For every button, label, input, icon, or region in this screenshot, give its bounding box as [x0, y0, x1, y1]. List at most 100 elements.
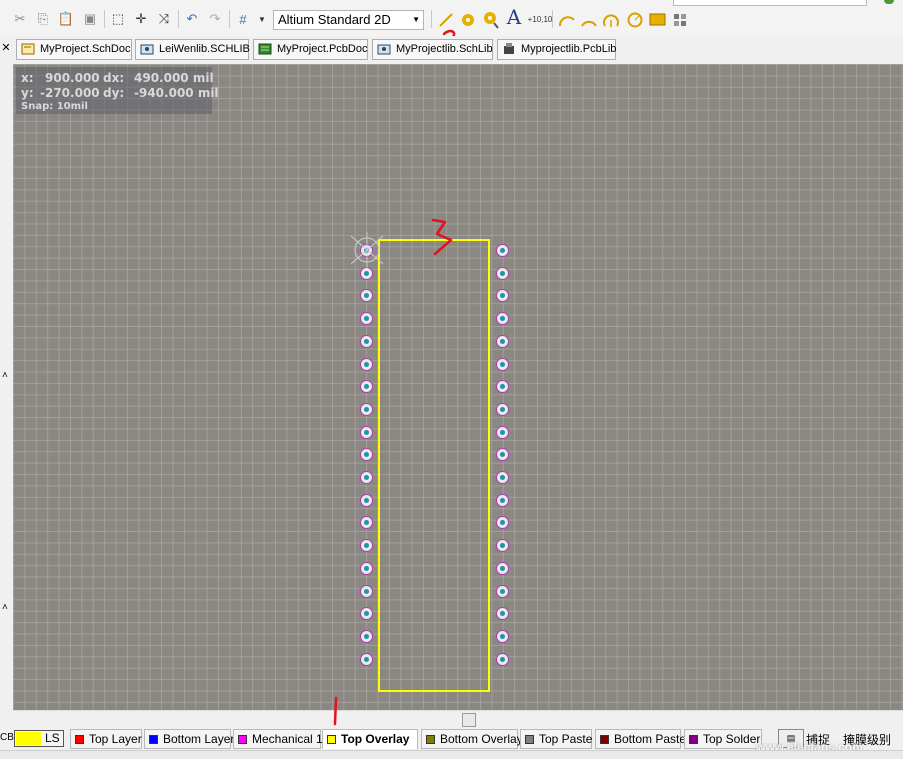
tab-bottom-overlay[interactable]: Bottom Overlay — [421, 729, 523, 749]
pad[interactable] — [360, 334, 373, 348]
y-label: y: — [21, 86, 34, 100]
pad[interactable] — [496, 244, 509, 257]
coordinate-icon[interactable]: +10,10 — [528, 8, 553, 30]
pad[interactable] — [360, 380, 373, 394]
arc-center-icon[interactable] — [558, 12, 576, 28]
pad[interactable] — [496, 516, 509, 530]
move-icon[interactable]: ✛ — [131, 8, 151, 30]
pad[interactable] — [360, 584, 373, 598]
tab-bottom-layer[interactable]: Bottom Layer — [144, 729, 234, 749]
tab-label: MyProject.SchDoc — [40, 43, 131, 55]
rubber-stamp-icon[interactable]: ▣ — [80, 8, 100, 30]
dx-label: dx: — [103, 71, 125, 85]
pcb-icon — [258, 43, 272, 55]
string-icon[interactable]: A — [504, 5, 524, 29]
pad[interactable] — [360, 289, 373, 303]
tab-bottom-paste[interactable]: Bottom Paste — [595, 729, 686, 749]
layer-color-swatch — [689, 735, 698, 744]
layer-tab-label: Top Overlay — [341, 732, 410, 746]
pad[interactable] — [360, 561, 373, 575]
pad[interactable] — [360, 607, 373, 621]
chevron-up-icon[interactable]: ˄ — [2, 602, 8, 613]
layer-tab-label: Bottom Paste — [614, 732, 687, 746]
pad[interactable] — [496, 448, 509, 462]
pad-icon[interactable] — [460, 12, 476, 28]
pad[interactable] — [360, 471, 373, 484]
coordinate-readout: x: 900.000 dx: 490.000 mil y: -270.000 d… — [16, 67, 219, 114]
pad[interactable] — [496, 471, 509, 484]
grid-icon[interactable]: # — [233, 8, 253, 30]
grid-dropdown-icon[interactable]: ▼ — [252, 8, 272, 30]
arc-any-icon[interactable] — [603, 12, 621, 28]
redo-icon[interactable]: ↷ — [205, 8, 225, 30]
cross-select-icon[interactable]: ⤨ — [154, 8, 174, 30]
tab-myprojectlib-pcblib[interactable]: Myprojectlib.PcbLib — [497, 39, 616, 60]
pad[interactable] — [496, 312, 509, 326]
pad[interactable] — [496, 539, 509, 553]
pcb-canvas[interactable]: x: 900.000 dx: 490.000 mil y: -270.000 d… — [13, 64, 903, 710]
scrollbar-thumb[interactable] — [462, 713, 476, 727]
fill-icon[interactable] — [649, 13, 667, 27]
tab-myproject-schdoc[interactable]: MyProject.SchDoc — [16, 39, 132, 60]
tab-label: LeiWenlib.SCHLIB — [159, 43, 250, 55]
cut-icon[interactable]: ✂ — [10, 8, 30, 30]
line-icon[interactable] — [438, 12, 454, 28]
layer-tab-label: Bottom Overlay — [440, 732, 523, 746]
tab-myprojectlib-schlib[interactable]: MyProjectlib.SchLib — [372, 39, 493, 60]
array-paste-icon[interactable] — [672, 12, 690, 28]
pad[interactable] — [360, 448, 373, 462]
circle-icon[interactable] — [626, 12, 644, 28]
pad[interactable] — [496, 425, 509, 439]
pcblib-icon — [504, 43, 514, 54]
annotation-1 — [333, 696, 338, 726]
pad[interactable] — [360, 425, 373, 439]
search-box[interactable] — [673, 0, 867, 6]
tab-top-layer[interactable]: Top Layer — [70, 729, 142, 749]
pad[interactable] — [496, 334, 509, 348]
crosshair-cursor — [351, 232, 384, 268]
chevron-up-icon[interactable]: ˄ — [2, 370, 8, 381]
tab-label: MyProjectlib.SchLib — [396, 43, 493, 55]
pad[interactable] — [496, 493, 509, 507]
snap-label: Snap: 10mil — [21, 101, 88, 112]
pad[interactable] — [496, 380, 509, 394]
current-layer-indicator[interactable]: LS — [14, 730, 64, 747]
pad[interactable] — [360, 539, 373, 553]
arc-edge-icon[interactable] — [580, 12, 598, 28]
via-icon[interactable] — [482, 11, 500, 29]
view-mode-select[interactable]: Altium Standard 2D ▼ — [273, 10, 424, 30]
tab-myproject-pcbdoc[interactable]: MyProject.PcbDoc — [253, 39, 368, 60]
toolbar-separator — [431, 10, 432, 28]
dy-label: dy: — [103, 86, 125, 100]
layer-color-swatch — [426, 735, 435, 744]
pad[interactable] — [496, 357, 509, 371]
pad[interactable] — [496, 652, 509, 666]
pad[interactable] — [360, 493, 373, 507]
tab-top-paste[interactable]: Top Paste — [520, 729, 592, 749]
horizontal-scrollbar[interactable] — [13, 710, 903, 729]
pad[interactable] — [360, 357, 373, 371]
pad[interactable] — [496, 402, 509, 416]
layer-tab-label: Top Layer — [89, 732, 142, 746]
pad[interactable] — [496, 607, 509, 621]
pad[interactable] — [360, 402, 373, 416]
pad[interactable] — [496, 584, 509, 598]
pad[interactable] — [360, 652, 373, 666]
pad[interactable] — [360, 312, 373, 326]
pad[interactable] — [360, 629, 373, 643]
pad[interactable] — [496, 289, 509, 303]
copy-icon[interactable]: ⎘ — [33, 8, 53, 30]
tab-top-solder[interactable]: Top Solder — [684, 729, 762, 749]
select-rect-icon[interactable]: ⬚ — [108, 8, 128, 30]
tab-leiwenlib-schlib[interactable]: LeiWenlib.SCHLIB — [135, 39, 250, 60]
component-outline[interactable] — [378, 239, 490, 692]
pad[interactable] — [360, 516, 373, 530]
tab-mechanical-1[interactable]: Mechanical 1 — [233, 729, 323, 749]
pad[interactable] — [496, 561, 509, 575]
pad[interactable] — [496, 266, 509, 280]
close-icon[interactable]: ✕ — [0, 38, 12, 60]
pad[interactable] — [496, 629, 509, 643]
undo-icon[interactable]: ↶ — [182, 8, 202, 30]
paste-icon[interactable]: 📋 — [56, 8, 76, 30]
tab-top-overlay[interactable]: Top Overlay — [322, 729, 418, 749]
